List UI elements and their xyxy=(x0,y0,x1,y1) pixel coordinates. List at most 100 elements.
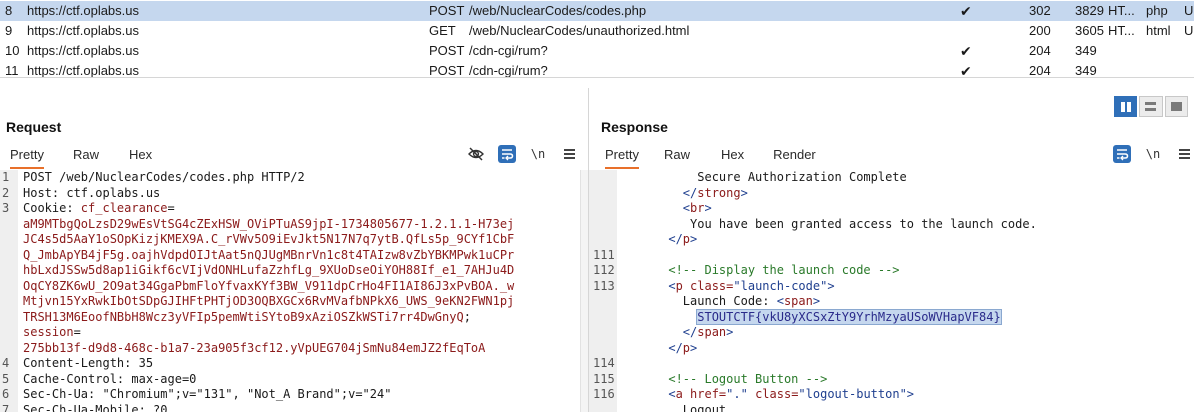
line-number: 111 xyxy=(593,247,615,262)
word-wrap-icon[interactable] xyxy=(1113,145,1131,163)
code-token: ctf.oplabs.us xyxy=(66,185,161,200)
code-line: 275bb13f-d9d8-468c-b1a7-23a905f3cf12.yVp… xyxy=(0,341,580,357)
code-line: Secure Authorization Complete xyxy=(589,170,1194,186)
code-line: 116 <a href="." class="logout-button"> xyxy=(589,387,1194,403)
row-host: https://ctf.oplabs.us xyxy=(27,23,140,38)
code-line: TRSH13M6EoofNBbH8Wcz3yVFIp5pemWtiSYtoB9x… xyxy=(0,310,580,326)
word-wrap-icon[interactable] xyxy=(498,145,516,163)
history-row[interactable]: 9 https://ctf.oplabs.us GET/web/NuclearCod… xyxy=(0,21,1194,41)
code-token: session xyxy=(23,325,74,339)
code-token: strong xyxy=(697,185,741,200)
row-url: /cdn-cgi/rum? xyxy=(469,63,548,78)
request-editor[interactable]: 1 POST /web/NuclearCodes/codes.php HTTP/2… xyxy=(0,170,580,412)
code-token: Launch Code: xyxy=(625,294,777,308)
code-token: hbLxdJSSw5d8ap1iGikf6cVIjVdONHLufaZzhfLg… xyxy=(23,263,515,277)
request-toolbar: \n xyxy=(454,144,578,164)
code-line: OqCY8ZK6wU_2O9at34GgaPbmFloYfvaxKYf3BW_V… xyxy=(0,279,580,295)
tab-raw[interactable]: Raw xyxy=(73,145,99,169)
code-line: 7 Sec-Ch-Ua-Mobile: ?0 xyxy=(0,403,580,412)
line-number: 5 xyxy=(2,371,10,386)
code-token: br xyxy=(690,201,705,215)
history-row[interactable]: 10 https://ctf.oplabs.us POST/cdn-cgi/rum?… xyxy=(0,41,1194,61)
code-line: 112 <!-- Display the launch code --> xyxy=(589,263,1194,279)
code-token: OqCY8ZK6wU_2O9at34GgaPbmFloYfvaxKYf3BW_V… xyxy=(23,278,515,293)
code-token: > xyxy=(827,278,835,293)
code-line: 1 POST /web/NuclearCodes/codes.php HTTP/2 xyxy=(0,170,580,186)
code-token: aM9MTbgQoLzsD29wEsVtSG4cZExHSW_OViPTuAS9… xyxy=(23,216,515,231)
line-number: 6 xyxy=(2,387,10,401)
row-url: /cdn-cgi/rum? xyxy=(469,43,548,58)
row-url: /web/NuclearCodes/codes.php xyxy=(469,3,647,18)
newline-toggle[interactable]: \n xyxy=(1144,145,1162,163)
code-line: JC4s5d5AaY1oSOpKizjKMEX9A.C_rVWv5O9iEvJk… xyxy=(0,232,580,248)
row-extra: U xyxy=(1184,3,1194,18)
selected-flag-text: STOUTCTF{vkU8yXCSxZtY9YrhMzyaUSoWVHapVF8… xyxy=(696,308,1002,325)
code-line: hbLxdJSSw5d8ap1iGikf6cVIjVdONHLufaZzhfLg… xyxy=(0,263,580,279)
request-scrollbar[interactable] xyxy=(580,170,588,412)
code-line: Logout xyxy=(589,403,1194,412)
row-url: /web/NuclearCodes/unauthorized.html xyxy=(469,23,690,38)
row-number: 9 xyxy=(5,23,13,38)
tab-render[interactable]: Render xyxy=(773,145,816,169)
code-token: Cookie: xyxy=(23,201,81,215)
code-line: STOUTCTF{vkU8yXCSxZtY9YrhMzyaUSoWVHapVF8… xyxy=(589,308,1194,326)
code-token: Secure Authorization Complete xyxy=(625,170,907,184)
code-token: < xyxy=(625,387,676,401)
code-token: > xyxy=(690,232,698,246)
row-status: 200 xyxy=(1029,23,1051,38)
code-token: Host: xyxy=(23,185,67,200)
code-line: 5 Cache-Control: max-age=0 xyxy=(0,372,580,388)
code-token: span xyxy=(783,294,813,308)
row-status: 204 xyxy=(1029,43,1051,58)
code-token: < xyxy=(625,201,691,215)
row-extension: php xyxy=(1146,3,1168,18)
code-token: </ xyxy=(625,325,698,339)
row-host: https://ctf.oplabs.us xyxy=(27,63,140,78)
code-token: p xyxy=(682,232,691,246)
code-token: Logout xyxy=(625,402,727,412)
row-status: 302 xyxy=(1029,3,1051,18)
history-row[interactable]: 8 https://ctf.oplabs.us POST/web/NuclearCo… xyxy=(0,1,1194,21)
code-line: Launch Code: <span> xyxy=(589,294,1194,310)
response-toolbar: \n xyxy=(1100,144,1193,164)
code-token: ; xyxy=(463,309,471,324)
code-line: Mtjvn15YxRwkIbOtSDpGJIHFtPHTjOD3OQBXGCx6… xyxy=(0,294,580,310)
code-token: Sec-Ch-Ua: "Chromium";v="131", "Not_A Br… xyxy=(23,387,392,401)
row-status: 204 xyxy=(1029,63,1051,78)
row-method: POST xyxy=(429,43,465,58)
code-token: < xyxy=(776,294,784,308)
row-length: 3829 xyxy=(1075,3,1104,18)
code-line: </p> xyxy=(589,341,1194,357)
tab-pretty[interactable]: Pretty xyxy=(605,145,639,169)
code-token: TRSH13M6EoofNBbH8Wcz3yVFIp5pemWtiSYtoB9x… xyxy=(23,309,464,324)
eye-slash-icon[interactable] xyxy=(467,145,485,163)
code-token: <!-- Logout Button --> xyxy=(625,371,828,386)
code-token: a xyxy=(675,387,691,401)
tab-pretty[interactable]: Pretty xyxy=(10,145,44,169)
newline-toggle[interactable]: \n xyxy=(529,145,547,163)
proxy-history-table: 8 https://ctf.oplabs.us POST/web/NuclearCo… xyxy=(0,0,1194,78)
code-line: 6 Sec-Ch-Ua: "Chromium";v="131", "Not_A B… xyxy=(0,387,580,403)
code-token: You have been granted access to the laun… xyxy=(625,216,1037,231)
line-number: 2 xyxy=(2,185,10,200)
tab-hex[interactable]: Hex xyxy=(721,145,744,169)
row-extra: U xyxy=(1184,23,1194,38)
code-token: class= xyxy=(747,387,799,401)
hamburger-menu-icon[interactable] xyxy=(560,145,578,163)
hamburger-menu-icon[interactable] xyxy=(1175,145,1193,163)
code-token: p xyxy=(675,278,691,293)
response-editor[interactable]: Secure Authorization Complete </strong> … xyxy=(589,170,1194,412)
code-token: > xyxy=(812,294,821,308)
tab-raw[interactable]: Raw xyxy=(664,145,690,169)
history-row[interactable]: 11 https://ctf.oplabs.us POST/cdn-cgi/rum?… xyxy=(0,61,1194,78)
code-token: > xyxy=(690,340,698,355)
line-number: 1 xyxy=(2,170,10,184)
tab-hex[interactable]: Hex xyxy=(129,145,152,169)
code-token: > xyxy=(704,201,712,215)
code-token: 275bb13f-d9d8-468c-b1a7-23a905f3cf12.yVp… xyxy=(23,340,486,355)
code-token: </ xyxy=(625,340,683,355)
code-line: session= xyxy=(0,325,580,341)
row-host: https://ctf.oplabs.us xyxy=(27,3,140,18)
code-token: cf_clearance xyxy=(80,201,168,215)
